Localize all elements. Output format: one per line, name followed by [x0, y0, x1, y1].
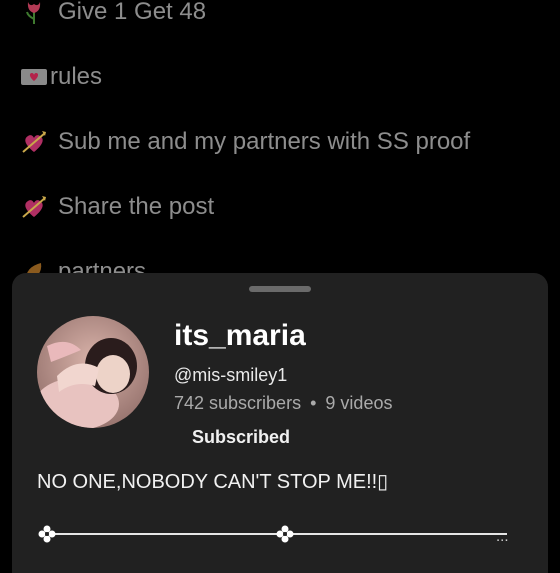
avatar[interactable] [37, 316, 149, 428]
channel-description: NO ONE,NOBODY CAN'T STOP ME!!▯ [37, 471, 389, 493]
channel-name: its_maria [174, 319, 306, 352]
channel-bottom-sheet: its_maria @mis-smiley1 742 subscribers •… [12, 273, 548, 573]
post-line-rules: rules [20, 63, 102, 91]
post-line-subscribe: Sub me and my partners with SS proof [20, 128, 470, 156]
heart-arrow-icon [20, 128, 48, 156]
post-line-give: Give 1 Get 48 [20, 0, 206, 26]
description-divider [37, 523, 507, 545]
tulip-icon [20, 0, 48, 26]
post-line-text: Share the post [58, 193, 215, 220]
channel-handle: @mis-smiley1 [174, 365, 288, 385]
post-line-text: Give 1 Get 48 [58, 0, 207, 25]
post-line-share: Share the post [20, 193, 214, 221]
post-line-text: rules [50, 63, 103, 90]
video-count: 9 videos [325, 393, 393, 413]
heart-arrow-icon [20, 193, 48, 221]
channel-stats: 742 subscribers • 9 videos [174, 393, 392, 414]
flower-icon [276, 525, 294, 543]
post-line-text: Sub me and my partners with SS proof [58, 128, 471, 155]
love-letter-icon [20, 63, 48, 91]
more-link[interactable]: ... [496, 528, 509, 545]
subscribed-button[interactable]: Subscribed [172, 423, 310, 452]
subscriber-count: 742 subscribers [174, 393, 302, 413]
sheet-drag-handle[interactable] [249, 286, 311, 292]
stats-separator: • [310, 393, 317, 413]
flower-icon [38, 525, 56, 543]
